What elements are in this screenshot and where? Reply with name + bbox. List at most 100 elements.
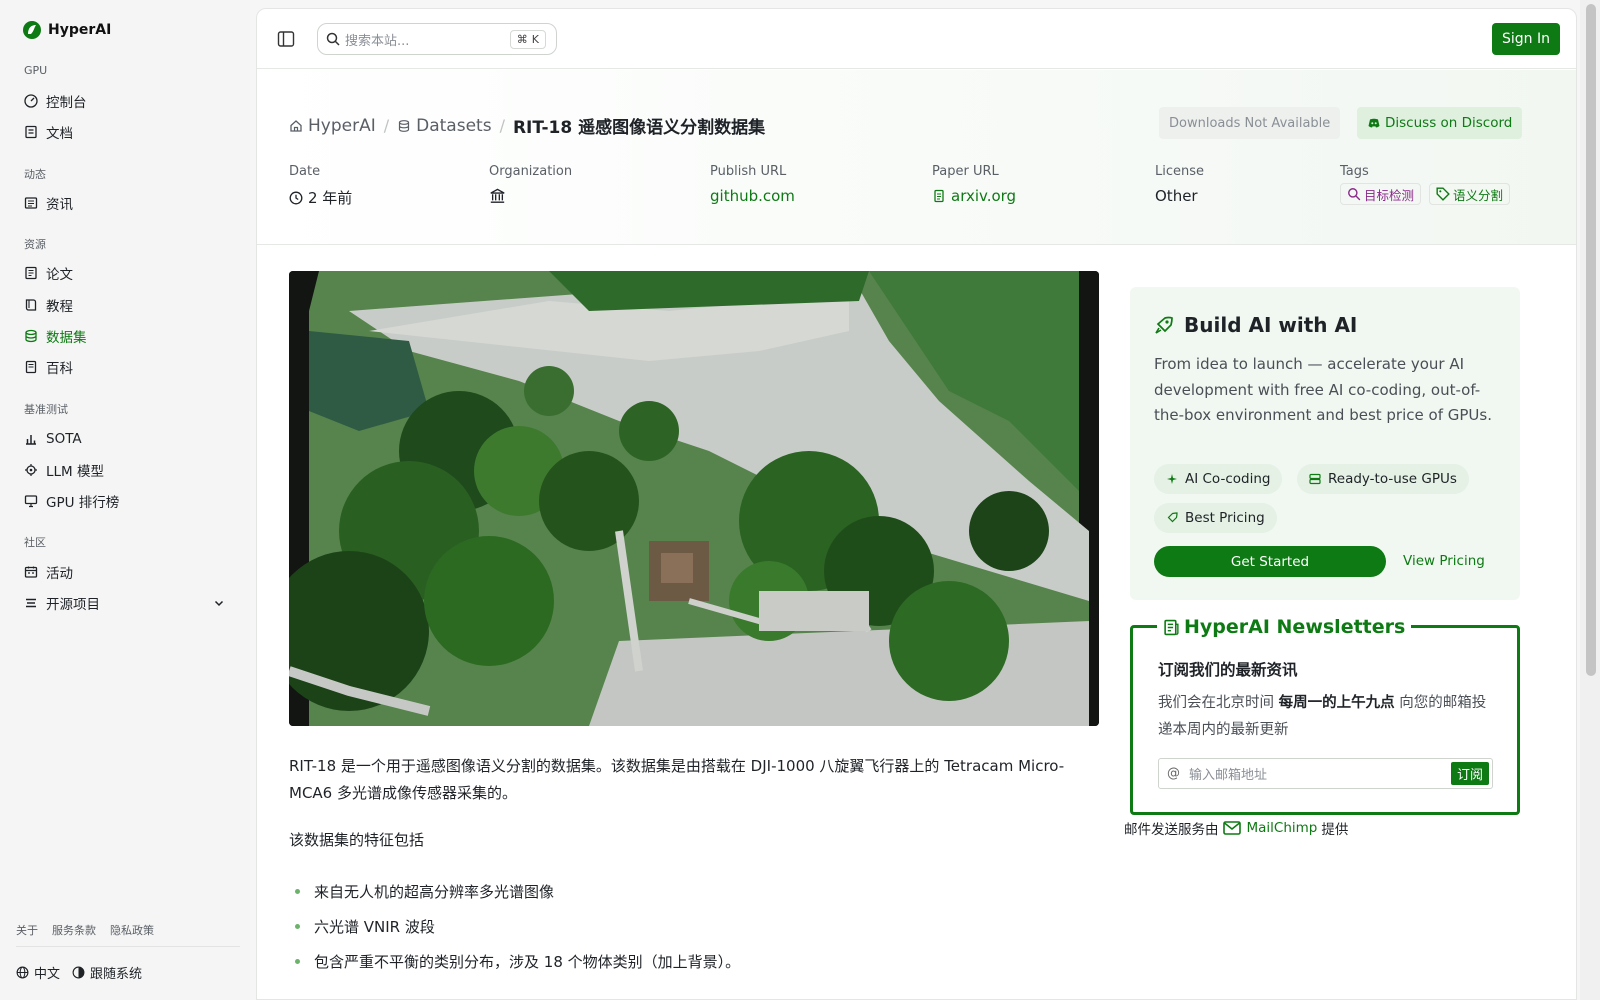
footer-link-terms[interactable]: 服务条款 bbox=[52, 922, 96, 938]
nav-section-gpu: GPU bbox=[24, 64, 48, 77]
newsletter-text-bold: 每周一的上午九点 bbox=[1278, 695, 1395, 711]
tag-object-detection[interactable]: 目标检测 bbox=[1340, 183, 1422, 205]
news-icon bbox=[24, 197, 38, 209]
features-list: 来自无人机的超高分辨率多光谱图像 六光谱 VNIR 波段 包含严重不平衡的类别分… bbox=[295, 874, 740, 979]
mailchimp-link[interactable]: MailChimp bbox=[1222, 820, 1318, 836]
monitor-icon bbox=[24, 495, 38, 508]
list-item: 包含严重不平衡的类别分布，涉及 18 个物体类别（加上背景）。 bbox=[295, 944, 740, 979]
mail-provider-note: 邮件发送服务由 MailChimp 提供 bbox=[1124, 818, 1348, 838]
meta-license-label: License bbox=[1155, 164, 1205, 179]
footer-link-about[interactable]: 关于 bbox=[16, 922, 38, 938]
meta-license-value: Other bbox=[1155, 187, 1198, 205]
theme-switch[interactable]: 跟随系统 bbox=[72, 963, 142, 982]
page-title: RIT-18 遥感图像语义分割数据集 bbox=[512, 118, 766, 138]
email-field[interactable]: @ 输入邮箱地址 订阅 bbox=[1158, 758, 1493, 789]
build-ai-title-text: Build AI with AI bbox=[1184, 313, 1358, 337]
paper-url-link[interactable]: arxiv.org bbox=[932, 187, 1016, 205]
language-switch[interactable]: 中文 bbox=[16, 963, 60, 982]
view-pricing-link[interactable]: View Pricing bbox=[1403, 553, 1485, 569]
sidebar-item-label: GPU 排行榜 bbox=[46, 495, 120, 511]
breadcrumb-datasets-label: Datasets bbox=[416, 115, 492, 136]
list-icon bbox=[26, 598, 36, 608]
list-item: 来自无人机的超高分辨率多光谱图像 bbox=[295, 874, 740, 909]
sidebar-item-label: 文档 bbox=[46, 126, 73, 142]
paper-icon bbox=[25, 266, 37, 280]
nav-section-community: 社区 bbox=[24, 536, 46, 549]
sidebar-item-news[interactable]: 资讯 bbox=[16, 189, 236, 217]
nav-section-benchmark: 基准测试 bbox=[24, 403, 68, 416]
breadcrumb-separator: / bbox=[499, 116, 505, 135]
sidebar-item-tutorials[interactable]: 教程 bbox=[16, 291, 236, 319]
pill-label: AI Co-coding bbox=[1185, 471, 1271, 487]
search-placeholder: 搜索本站... bbox=[345, 33, 410, 49]
publish-url-link[interactable]: github.com bbox=[710, 187, 795, 205]
date-text: 2 年前 bbox=[308, 189, 353, 207]
sidebar-item-datasets[interactable]: 数据集 bbox=[16, 322, 236, 350]
tag-label: 目标检测 bbox=[1364, 187, 1415, 203]
globe-icon bbox=[16, 966, 29, 979]
meta-org-label: Organization bbox=[489, 164, 573, 179]
sparkle-icon bbox=[1167, 474, 1177, 484]
breadcrumb-home-label: HyperAI bbox=[308, 115, 376, 136]
clock-icon bbox=[289, 191, 303, 204]
newsletter-title: HyperAI Newsletters bbox=[1157, 616, 1412, 638]
footer-link-privacy[interactable]: 隐私政策 bbox=[110, 922, 154, 938]
language-label: 中文 bbox=[34, 967, 61, 982]
discord-button-label: Discuss on Discord bbox=[1385, 115, 1513, 131]
scrollbar-thumb[interactable] bbox=[1586, 4, 1596, 676]
brand-logo[interactable]: HyperAI bbox=[22, 20, 111, 40]
search-icon bbox=[326, 32, 340, 46]
sidebar-item-gpu-ranking[interactable]: GPU 排行榜 bbox=[16, 487, 236, 515]
sidebar-item-label: 活动 bbox=[46, 566, 73, 582]
sidebar-item-papers[interactable]: 论文 bbox=[16, 259, 236, 287]
sidebar-item-events[interactable]: 活动 bbox=[16, 558, 236, 586]
meta-org-value bbox=[489, 187, 572, 204]
sign-in-button[interactable]: Sign In bbox=[1492, 23, 1560, 55]
meta-publish-url: Publish URL github.com bbox=[710, 164, 795, 205]
get-started-button[interactable]: Get Started bbox=[1154, 546, 1386, 577]
mail-text-pre: 邮件发送服务由 bbox=[1124, 822, 1219, 838]
breadcrumb-datasets[interactable]: Datasets bbox=[397, 115, 492, 136]
sidebar-item-sota[interactable]: SOTA bbox=[16, 425, 236, 453]
search-input[interactable]: 搜索本站... ⌘ K bbox=[317, 23, 557, 55]
sidebar-item-label: 百科 bbox=[46, 361, 73, 377]
book-icon bbox=[25, 299, 37, 311]
newsletter-text: 我们会在北京时间 每周一的上午九点 向您的邮箱投递本周内的最新更新 bbox=[1158, 690, 1498, 744]
breadcrumb-separator: / bbox=[383, 116, 390, 135]
aerial-image-graphic bbox=[289, 271, 1099, 726]
features-heading: 该数据集的特征包括 bbox=[289, 831, 425, 849]
sidebar-item-label: 数据集 bbox=[46, 330, 87, 346]
footer-settings: 中文 跟随系统 bbox=[16, 963, 142, 982]
discord-button[interactable]: Discuss on Discord bbox=[1357, 107, 1523, 139]
detection-icon bbox=[1348, 188, 1361, 201]
sidebar-item-open-source[interactable]: 开源项目 bbox=[16, 589, 236, 617]
pill-label: Ready-to-use GPUs bbox=[1328, 471, 1457, 487]
sidebar-item-label: 控制台 bbox=[46, 95, 87, 111]
sidebar-item-llm[interactable]: LLM 模型 bbox=[16, 456, 236, 484]
chevron-down-icon[interactable] bbox=[212, 596, 226, 610]
sidebar-item-console[interactable]: 控制台 bbox=[16, 87, 236, 115]
pill-ready-gpus: Ready-to-use GPUs bbox=[1297, 464, 1469, 494]
meta-organization: Organization bbox=[489, 164, 572, 204]
sidebar-item-docs[interactable]: 文档 bbox=[16, 118, 236, 146]
mailchimp-label: MailChimp bbox=[1246, 820, 1318, 836]
sidebar-item-wiki[interactable]: 百科 bbox=[16, 353, 236, 381]
sidebar-item-label: 开源项目 bbox=[46, 597, 100, 613]
build-ai-card: Build AI with AI From idea to launch — a… bbox=[1130, 287, 1520, 600]
meta-paper-label: Paper URL bbox=[932, 164, 999, 179]
pill-best-pricing: Best Pricing bbox=[1154, 503, 1277, 533]
downloads-button[interactable]: Downloads Not Available bbox=[1159, 107, 1341, 139]
breadcrumb-home[interactable]: HyperAI bbox=[289, 116, 376, 136]
list-item: 六光谱 VNIR 波段 bbox=[295, 909, 740, 944]
sidebar-toggle-icon[interactable] bbox=[277, 30, 295, 48]
meta-publish-label: Publish URL bbox=[710, 164, 787, 179]
brand-name: HyperAI bbox=[48, 22, 112, 38]
subscribe-button[interactable]: 订阅 bbox=[1450, 762, 1489, 785]
sidebar-item-label: LLM 模型 bbox=[46, 464, 104, 480]
newspaper-icon bbox=[1164, 619, 1179, 635]
sidebar-item-label: SOTA bbox=[46, 431, 82, 447]
tag-semantic-segmentation[interactable]: 语义分割 bbox=[1429, 183, 1511, 205]
nav-section-resources: 资源 bbox=[24, 238, 46, 251]
mail-icon bbox=[1222, 821, 1241, 835]
meta-date-value: 2 年前 bbox=[289, 187, 352, 208]
